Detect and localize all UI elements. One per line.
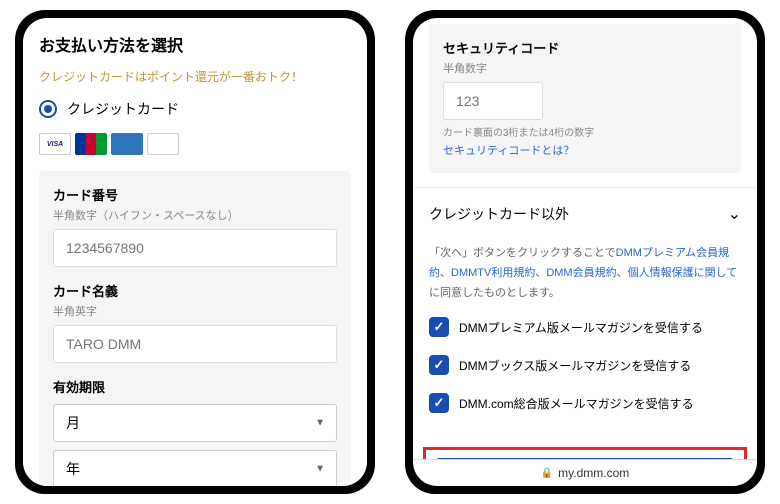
card-name-input[interactable] (53, 325, 337, 363)
page-title: お支払い方法を選択 (39, 32, 351, 56)
chevron-down-icon: ⌄ (728, 204, 741, 224)
checkbox-checked-icon: ✓ (429, 393, 449, 413)
card-name-hint: 半角英字 (53, 303, 337, 319)
cvv-hint: 半角数字 (443, 60, 727, 76)
cvv-fine: カード裏面の3桁または4桁の数字 (443, 126, 727, 141)
card-number-label: カード番号 (53, 185, 337, 204)
cvv-help-link[interactable]: セキュリティコードとは？ (443, 145, 574, 157)
terms-link-privacy[interactable]: 個人情報保護に関して (628, 267, 738, 279)
checkbox-checked-icon: ✓ (429, 355, 449, 375)
radio-selected-icon (39, 100, 57, 118)
other-payment-expand[interactable]: クレジットカード以外 ⌄ (413, 187, 757, 240)
screen-right: セキュリティコード 半角数字 カード裏面の3桁または4桁の数字 セキュリティコー… (413, 18, 757, 486)
lock-icon: 🔒 (541, 468, 553, 479)
card-name-label: カード名義 (53, 281, 337, 300)
screen-left: お支払い方法を選択 クレジットカードはポイント還元が一番おトク！ クレジットカー… (23, 18, 367, 486)
card-brands: VISA (39, 133, 351, 155)
check-premium-mag[interactable]: ✓ DMMプレミアム版メールマガジンを受信する (429, 317, 741, 337)
check-general-mag[interactable]: ✓ DMM.com総合版メールマガジンを受信する (429, 393, 741, 413)
phone-right: セキュリティコード 半角数字 カード裏面の3桁または4桁の数字 セキュリティコー… (405, 10, 765, 494)
next-button-highlight: 次へ (423, 447, 747, 459)
radio-label: クレジットカード (67, 99, 179, 119)
card-form: カード番号 半角数字（ハイフン・スペースなし） カード名義 半角英字 有効期限 … (39, 171, 351, 486)
promo-text: クレジットカードはポイント還元が一番おトク！ (39, 68, 351, 85)
terms-text: 「次へ」ボタンをクリックすることでDMMプレミアム会員規約、DMMTV利用規約、… (413, 240, 757, 317)
diners-icon (147, 133, 179, 155)
browser-url-bar[interactable]: 🔒 my.dmm.com (413, 459, 757, 486)
check-label: DMMプレミアム版メールマガジンを受信する (459, 319, 703, 336)
check-books-mag[interactable]: ✓ DMMブックス版メールマガジンを受信する (429, 355, 741, 375)
url-text: my.dmm.com (558, 466, 629, 480)
expiry-label: 有効期限 (53, 377, 337, 396)
newsletter-checks: ✓ DMMプレミアム版メールマガジンを受信する ✓ DMMブックス版メールマガジ… (413, 317, 757, 447)
terms-link-tv[interactable]: DMMTV利用規約 (451, 267, 535, 279)
amex-icon (111, 133, 143, 155)
card-number-hint: 半角数字（ハイフン・スペースなし） (53, 207, 337, 223)
check-label: DMM.com総合版メールマガジンを受信する (459, 395, 694, 412)
terms-link-member[interactable]: DMM会員規約 (546, 267, 616, 279)
visa-icon: VISA (39, 133, 71, 155)
other-payment-label: クレジットカード以外 (429, 204, 569, 224)
card-number-input[interactable] (53, 229, 337, 267)
check-label: DMMブックス版メールマガジンを受信する (459, 357, 691, 374)
cvv-card: セキュリティコード 半角数字 カード裏面の3桁または4桁の数字 セキュリティコー… (429, 24, 741, 173)
cvv-input[interactable] (443, 82, 543, 120)
expiry-year-select[interactable]: 年 (53, 450, 337, 486)
jcb-icon (75, 133, 107, 155)
cvv-label: セキュリティコード (443, 38, 727, 57)
payment-radio-creditcard[interactable]: クレジットカード (39, 99, 351, 119)
checkbox-checked-icon: ✓ (429, 317, 449, 337)
expiry-month-select[interactable]: 月 (53, 404, 337, 442)
phone-left: お支払い方法を選択 クレジットカードはポイント還元が一番おトク！ クレジットカー… (15, 10, 375, 494)
